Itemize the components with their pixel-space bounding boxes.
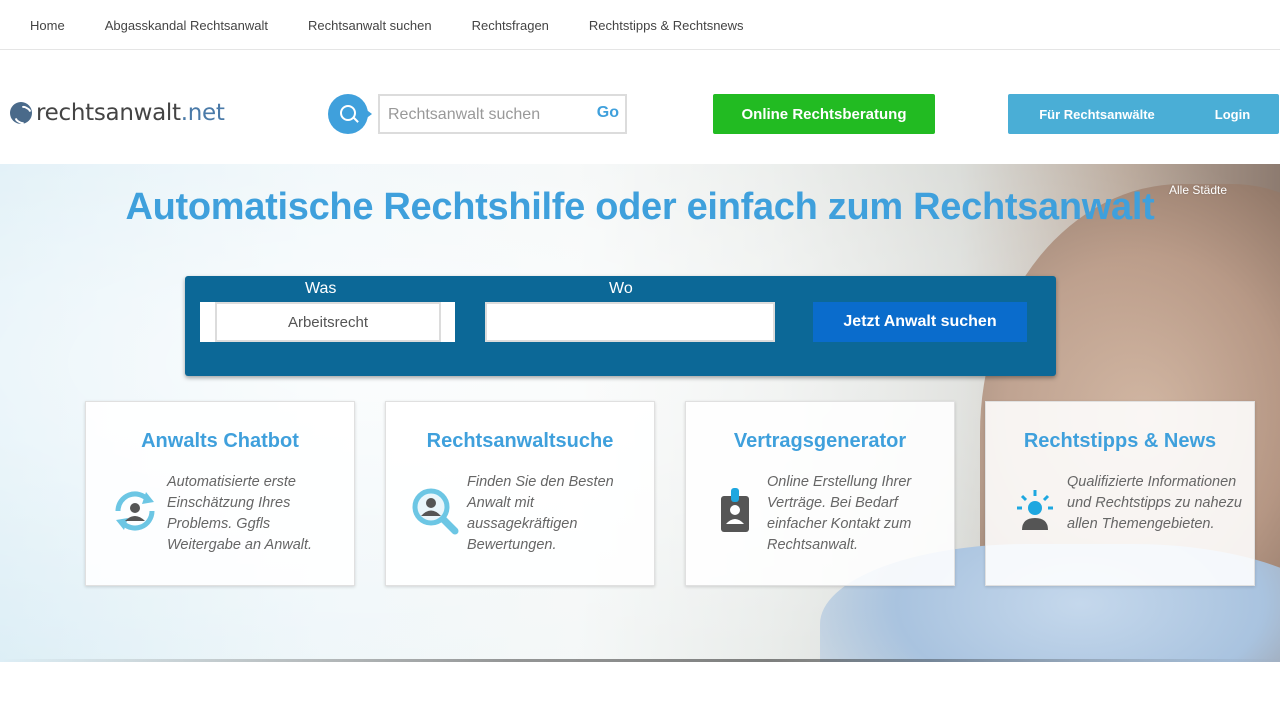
card-description: Automatisierte erste Einschätzung Ihres … bbox=[167, 474, 313, 553]
card-title: Vertragsgenerator bbox=[733, 430, 907, 452]
card-lawyer-search[interactable]: Rechtsanwaltsuche Finden Sie den Besten … bbox=[385, 401, 655, 586]
search-go-button[interactable]: Go bbox=[597, 104, 619, 122]
hero-bottom-edge bbox=[0, 659, 1280, 662]
hero-section: Automatische Rechtshilfe oder einfach zu… bbox=[0, 164, 1280, 662]
card-title: Anwalts Chatbot bbox=[141, 430, 299, 452]
nav-item-abgasskandal[interactable]: Abgasskandal Rechtsanwalt bbox=[85, 18, 288, 33]
all-cities-link[interactable]: Alle Städte bbox=[1169, 183, 1227, 197]
card-description: Qualifizierte Informationen und Rechtsti… bbox=[1067, 474, 1242, 532]
logo-name: rechtsanwalt bbox=[36, 100, 181, 126]
was-field-wrapper bbox=[200, 302, 455, 342]
header-search-input[interactable] bbox=[388, 104, 588, 126]
top-navigation: Home Abgasskandal Rechtsanwalt Rechtsanw… bbox=[0, 0, 1280, 50]
nav-item-rechtsfragen[interactable]: Rechtsfragen bbox=[452, 18, 569, 33]
logo-mark-icon bbox=[10, 102, 32, 124]
idea-person-icon bbox=[1017, 490, 1053, 530]
for-lawyers-button[interactable]: Für Rechtsanwälte bbox=[1008, 107, 1186, 122]
online-legal-advice-button[interactable]: Online Rechtsberatung bbox=[713, 94, 935, 134]
logo-text: rechtsanwalt.net bbox=[36, 100, 225, 126]
login-button[interactable]: Login bbox=[1186, 107, 1279, 122]
card-description: Finden Sie den Besten Anwalt mit aussage… bbox=[467, 474, 614, 553]
chatbot-icon bbox=[115, 491, 155, 531]
site-header: rechtsanwalt.net Go Online Rechtsberatun… bbox=[0, 50, 1280, 164]
wo-input[interactable] bbox=[485, 302, 775, 342]
contract-badge-icon bbox=[721, 488, 749, 532]
site-logo[interactable]: rechtsanwalt.net bbox=[10, 98, 225, 128]
was-input[interactable] bbox=[215, 302, 441, 342]
search-icon-pointer bbox=[364, 108, 372, 120]
search-icon bbox=[328, 94, 368, 134]
card-title: Rechtstipps & News bbox=[1023, 430, 1217, 452]
header-search: Go bbox=[378, 94, 627, 134]
nav-item-home[interactable]: Home bbox=[10, 18, 85, 33]
find-lawyer-button[interactable]: Jetzt Anwalt suchen bbox=[813, 302, 1027, 342]
card-title: Rechtsanwaltsuche bbox=[426, 430, 614, 452]
wo-label: Wo bbox=[609, 280, 633, 297]
card-legal-tips[interactable]: Rechtstipps & News Qualifizierte Informa… bbox=[985, 401, 1255, 586]
account-button-group: Für Rechtsanwälte Login bbox=[1008, 94, 1279, 134]
card-chatbot[interactable]: Anwalts Chatbot Automatisierte erste Ein… bbox=[85, 401, 355, 586]
nav-item-rechtsanwalt-suchen[interactable]: Rechtsanwalt suchen bbox=[288, 18, 452, 33]
card-description: Online Erstellung Ihrer Verträge. Bei Be… bbox=[767, 474, 912, 553]
nav-item-rechtstipps[interactable]: Rechtstipps & Rechtsnews bbox=[569, 18, 764, 33]
lawyer-search-panel: Was Wo Jetzt Anwalt suchen bbox=[185, 276, 1056, 376]
hero-title: Automatische Rechtshilfe oder einfach zu… bbox=[125, 186, 1155, 228]
lawyer-search-icon bbox=[412, 488, 459, 535]
was-label: Was bbox=[305, 280, 337, 297]
logo-tld: .net bbox=[180, 100, 225, 126]
card-contract-generator[interactable]: Vertragsgenerator Online Erstellung Ihre… bbox=[685, 401, 955, 586]
